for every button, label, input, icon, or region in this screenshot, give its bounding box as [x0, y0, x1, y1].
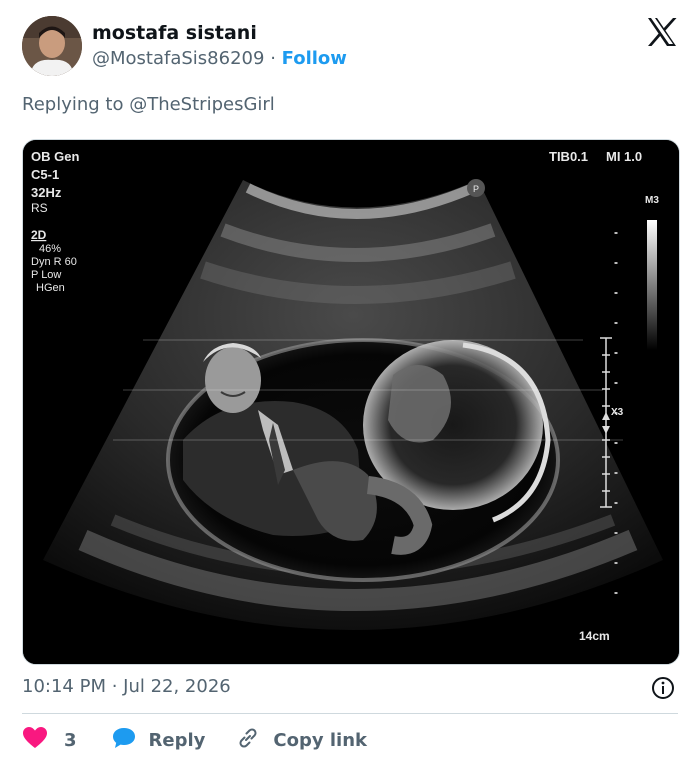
timestamp[interactable]: 10:14 PM · Jul 22, 2026 [22, 676, 231, 697]
us-gain-label: 46% [39, 243, 61, 255]
reply-bubble-icon [111, 726, 137, 755]
us-p-marker: P [473, 184, 479, 194]
replying-to-line: Replying to @TheStripesGirl [22, 94, 275, 115]
separator-dot: · [270, 48, 276, 69]
gray-map-bar [647, 220, 657, 350]
us-mi-label: MI 1.0 [606, 149, 642, 164]
replying-prefix: Replying to [22, 94, 130, 115]
us-rs-label: RS [31, 201, 48, 215]
divider [22, 713, 678, 714]
copy-link-button[interactable]: Copy link [235, 725, 367, 756]
reply-label: Reply [148, 729, 206, 751]
us-tib-label: TIB0.1 [549, 149, 588, 164]
copy-link-label: Copy link [273, 729, 367, 751]
us-power-label: P Low [31, 269, 61, 281]
like-count: 3 [64, 729, 77, 751]
us-2d-label: 2D [31, 228, 47, 242]
action-bar: 3 Reply Copy link [22, 726, 367, 754]
heart-icon [22, 726, 48, 755]
author-name[interactable]: mostafa sistani [92, 22, 257, 44]
us-probe-label: C5-1 [31, 167, 59, 182]
reply-button[interactable]: Reply [111, 726, 206, 755]
us-exam-label: OB Gen [31, 149, 79, 164]
follow-button[interactable]: Follow [282, 48, 347, 69]
us-zoom-label: X3 [611, 407, 624, 418]
reply-mention-link[interactable]: @TheStripesGirl [129, 94, 275, 115]
author-handle[interactable]: @MostafaSis86209 [92, 48, 264, 69]
avatar[interactable] [22, 16, 82, 76]
us-harmonic-label: HGen [36, 282, 65, 294]
author-handle-row: @MostafaSis86209 · Follow [92, 48, 347, 69]
tweet-image[interactable]: OB Gen C5-1 32Hz RS 2D 46% Dyn R 60 P Lo… [22, 139, 680, 665]
x-logo-icon[interactable] [646, 17, 678, 47]
us-map-label: M3 [645, 195, 659, 206]
us-depth-label: 14cm [579, 629, 610, 643]
info-icon[interactable] [651, 676, 675, 700]
link-icon [235, 725, 261, 756]
like-button[interactable]: 3 [22, 726, 77, 755]
us-dynrange-label: Dyn R 60 [31, 256, 77, 268]
us-frequency-label: 32Hz [31, 185, 62, 200]
